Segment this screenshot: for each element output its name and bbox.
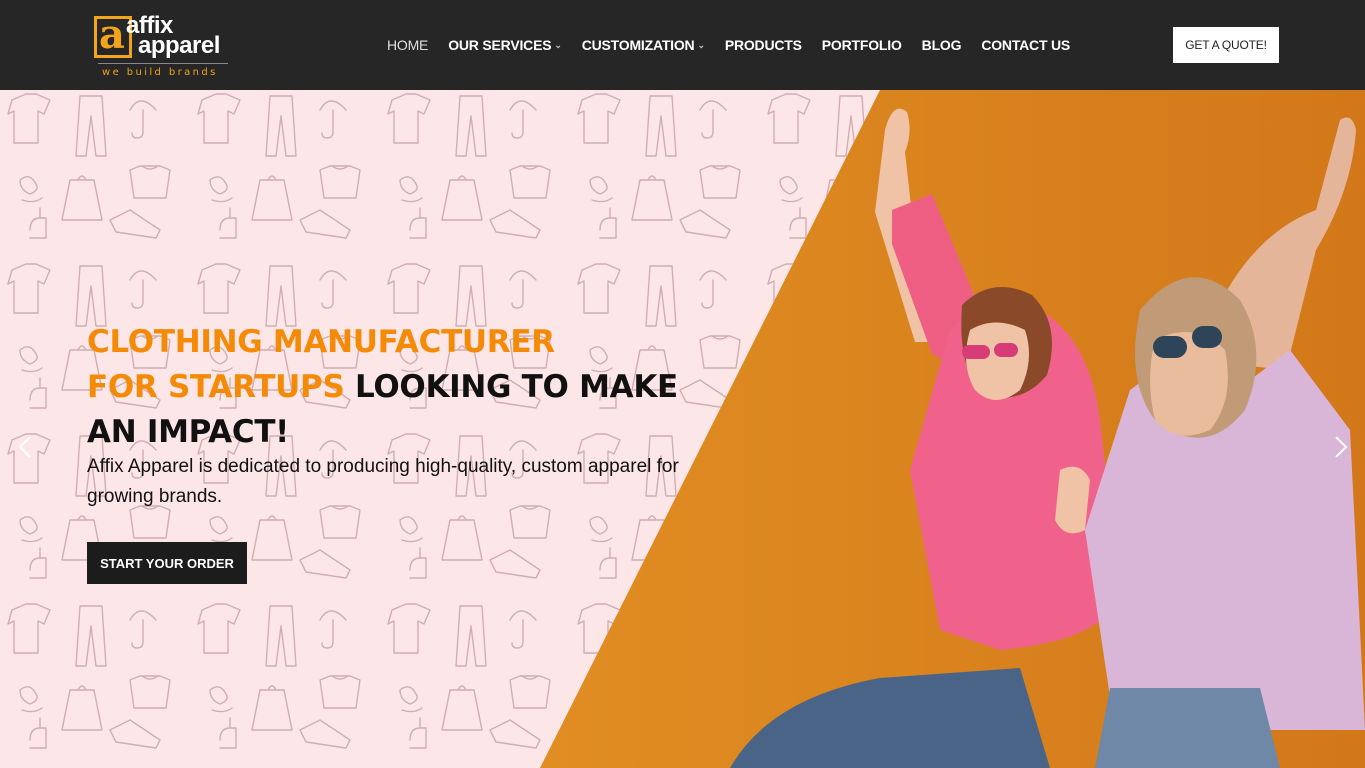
nav-label: OUR SERVICES — [448, 37, 552, 53]
chevron-left-icon[interactable] — [14, 435, 38, 459]
logo-word-apparel: apparel — [138, 32, 220, 59]
logo-tagline: we build brands — [102, 67, 218, 78]
get-a-quote-button[interactable]: GET A QUOTE! — [1173, 27, 1279, 63]
nav-item-blog[interactable]: BLOG — [922, 36, 962, 54]
hero-heading-orange-1: CLOTHING MANUFACTURER — [87, 324, 555, 360]
hero-heading-orange-2: FOR STARTUPS — [87, 369, 345, 405]
hero-heading-dark-1: LOOKING TO MAKE — [344, 369, 678, 405]
hero-models-image — [730, 108, 1365, 768]
brand-logo[interactable]: a affix apparel we build brands — [94, 14, 234, 78]
nav-item-products[interactable]: PRODUCTS — [725, 36, 802, 54]
logo-letter: a — [99, 11, 125, 58]
nav-label: BLOG — [921, 37, 962, 53]
start-your-order-button[interactable]: START YOUR ORDER — [87, 542, 247, 584]
main-nav: HOME OUR SERVICES ⌄ CUSTOMIZATION ⌄ PRODUC… — [387, 36, 1090, 54]
nav-item-our-services[interactable]: OUR SERVICES ⌄ — [448, 36, 562, 54]
nav-item-customization[interactable]: CUSTOMIZATION ⌄ — [582, 36, 705, 54]
nav-item-contact-us[interactable]: CONTACT US — [981, 36, 1070, 54]
nav-item-portfolio[interactable]: PORTFOLIO — [822, 36, 902, 54]
site-header: a affix apparel we build brands HOME OUR… — [0, 0, 1365, 90]
chevron-right-icon[interactable] — [1328, 435, 1352, 459]
nav-label: CUSTOMIZATION — [581, 37, 695, 53]
hero-subtitle: Affix Apparel is dedicated to producing … — [87, 456, 679, 507]
hero-heading: CLOTHING MANUFACTURER FOR STARTUPS LOOKI… — [87, 320, 707, 455]
nav-label: PORTFOLIO — [821, 37, 902, 53]
chevron-down-icon: ⌄ — [697, 39, 705, 50]
chevron-down-icon: ⌄ — [554, 39, 562, 50]
logo-divider — [98, 63, 228, 64]
hero-slider: CLOTHING MANUFACTURER FOR STARTUPS LOOKI… — [0, 90, 1365, 768]
nav-label: HOME — [387, 37, 429, 53]
hero-heading-dark-2: AN IMPACT! — [87, 414, 290, 450]
nav-item-home[interactable]: HOME — [387, 36, 428, 54]
nav-label: PRODUCTS — [724, 37, 802, 53]
nav-label: CONTACT US — [981, 37, 1071, 53]
